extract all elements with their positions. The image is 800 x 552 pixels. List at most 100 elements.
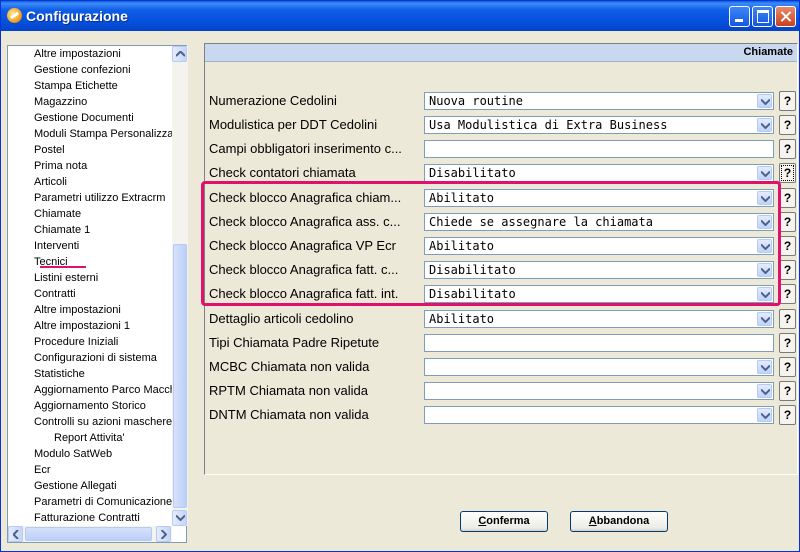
tree-item[interactable]: Ecr: [34, 462, 51, 478]
tree-item[interactable]: Postel: [34, 142, 65, 158]
horizontal-scroll-thumb[interactable]: [25, 527, 152, 541]
dropdown-button[interactable]: [757, 166, 772, 180]
tree-item[interactable]: Report Attivita': [54, 430, 125, 446]
dropdown-button[interactable]: [757, 118, 772, 132]
tree-item[interactable]: Listini esterni: [34, 270, 98, 286]
scroll-down-button[interactable]: [172, 510, 187, 526]
scroll-up-button[interactable]: [172, 46, 187, 62]
help-button[interactable]: ?: [779, 381, 796, 401]
field-label: Tipi Chiamata Padre Ripetute: [209, 335, 380, 350]
chevron-down-icon: [761, 196, 770, 202]
title-bar[interactable]: Configurazione: [1, 1, 799, 31]
dropdown-field[interactable]: Disabilitato: [424, 261, 774, 279]
confirm-button[interactable]: Conferma: [460, 511, 548, 532]
tree-item[interactable]: Modulo SatWeb: [34, 446, 112, 462]
dropdown-field[interactable]: Usa Modulistica di Extra Business: [424, 116, 774, 134]
minimize-button[interactable]: [729, 6, 750, 27]
help-button[interactable]: ?: [779, 357, 796, 377]
help-button[interactable]: ?: [779, 260, 796, 280]
dropdown-button[interactable]: [757, 94, 772, 108]
tree-item[interactable]: Parametri utilizzo Extracrm: [34, 190, 165, 206]
tree-item[interactable]: Fatturazione Contratti: [34, 510, 140, 526]
tree-item[interactable]: Controlli su azioni maschere: [34, 414, 172, 430]
tree-item[interactable]: Chiamate: [34, 206, 81, 222]
help-button[interactable]: ?: [779, 139, 796, 159]
tree-item[interactable]: Gestione Allegati: [34, 478, 117, 494]
maximize-button[interactable]: [752, 6, 773, 27]
text-field[interactable]: [424, 140, 774, 158]
dropdown-button[interactable]: [757, 215, 772, 229]
dropdown-button[interactable]: [757, 312, 772, 326]
dropdown-field[interactable]: Abilitato: [424, 189, 774, 207]
dropdown-field[interactable]: Disabilitato: [424, 285, 774, 303]
tree-item[interactable]: Moduli Stampa Personalizzat: [34, 126, 172, 142]
tree-vertical-scrollbar[interactable]: [172, 46, 188, 526]
help-button[interactable]: ?: [779, 91, 796, 111]
help-button[interactable]: ?: [779, 212, 796, 232]
dropdown-field[interactable]: Abilitato: [424, 310, 774, 328]
text-field[interactable]: [424, 334, 774, 352]
tree-item[interactable]: Altre impostazioni 1: [34, 318, 130, 334]
dropdown-button[interactable]: [757, 360, 772, 374]
tree-item[interactable]: Altre impostazioni: [34, 46, 121, 62]
close-button[interactable]: [775, 6, 796, 27]
tree-item[interactable]: Chiamate 1: [34, 222, 90, 238]
scroll-right-button[interactable]: [156, 526, 171, 542]
help-button[interactable]: ?: [779, 188, 796, 208]
tree-item[interactable]: Parametri di Comunicazione: [34, 494, 172, 510]
chevron-down-icon: [761, 389, 770, 395]
help-button[interactable]: ?: [779, 333, 796, 353]
dropdown-field[interactable]: Nuova routine: [424, 92, 774, 110]
dropdown-button[interactable]: [757, 263, 772, 277]
tree-horizontal-scrollbar[interactable]: [8, 526, 172, 542]
tree-list: Altre impostazioni Gestione confezioni Sta…: [8, 46, 172, 526]
help-button[interactable]: ?: [779, 284, 796, 304]
tree-item[interactable]: Stampa Etichette: [34, 78, 118, 94]
chevron-right-icon: [161, 530, 167, 539]
tree-item[interactable]: Aggiornamento Storico: [34, 398, 146, 414]
tree-item[interactable]: Contratti: [34, 286, 76, 302]
help-button[interactable]: ?: [779, 236, 796, 256]
dropdown-field[interactable]: Disabilitato: [424, 164, 774, 182]
help-button[interactable]: ?: [779, 115, 796, 135]
cancel-accesskey: A: [588, 515, 597, 527]
cancel-button[interactable]: Abbandona: [570, 511, 668, 532]
tree-item[interactable]: Gestione Documenti: [34, 110, 134, 126]
scroll-thumb[interactable]: [173, 244, 187, 508]
cancel-label: bbandona: [596, 515, 650, 527]
tree-item[interactable]: Procedure Iniziali: [34, 334, 118, 350]
tree-item[interactable]: Prima nota: [34, 158, 87, 174]
dropdown-button[interactable]: [757, 287, 772, 301]
tree-item[interactable]: Articoli: [34, 174, 67, 190]
chevron-down-icon: [761, 220, 770, 226]
help-button[interactable]: ?: [779, 163, 796, 183]
field-label: Check blocco Anagrafica chiam...: [209, 190, 402, 205]
help-button[interactable]: ?: [779, 309, 796, 329]
dropdown-field[interactable]: Abilitato: [424, 237, 774, 255]
window-title: Configurazione: [26, 8, 128, 24]
tree-item[interactable]: Configurazioni di sistema: [34, 350, 157, 366]
chevron-down-icon: [761, 171, 770, 177]
dropdown-field[interactable]: [424, 358, 774, 376]
tree-item[interactable]: Magazzino: [34, 94, 87, 110]
field-label: Check blocco Anagrafica fatt. c...: [209, 262, 399, 277]
tree-item[interactable]: Aggiornamento Parco Macch: [34, 382, 172, 398]
field-label: Modulistica per DDT Cedolini: [209, 117, 378, 132]
tree-item[interactable]: Interventi: [34, 238, 79, 254]
scroll-left-button[interactable]: [8, 526, 23, 542]
tree-item[interactable]: Gestione confezioni: [34, 62, 131, 78]
field-label: DNTM Chiamata non valida: [209, 407, 369, 422]
tree-item[interactable]: Statistiche: [34, 366, 85, 382]
dropdown-field[interactable]: [424, 406, 774, 424]
panel-header: Chiamate: [205, 44, 797, 62]
dropdown-field[interactable]: [424, 382, 774, 400]
dropdown-button[interactable]: [757, 384, 772, 398]
dropdown-button[interactable]: [757, 239, 772, 253]
dropdown-button[interactable]: [757, 408, 772, 422]
dropdown-field[interactable]: Chiede se assegnare la chiamata: [424, 213, 774, 231]
dropdown-button[interactable]: [757, 191, 772, 205]
tree-item[interactable]: Altre impostazioni: [34, 302, 121, 318]
chevron-down-icon: [176, 515, 185, 521]
chevron-down-icon: [761, 244, 770, 250]
help-button[interactable]: ?: [779, 405, 796, 425]
